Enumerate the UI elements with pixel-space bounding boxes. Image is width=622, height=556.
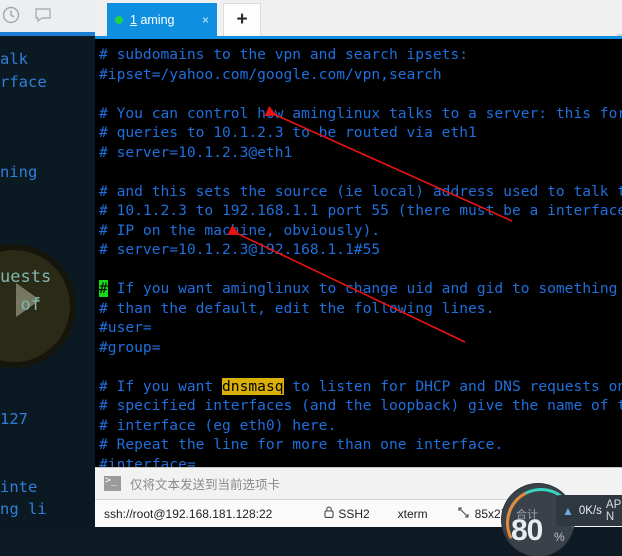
editor-line: # Repeat the line for more than one inte… [99, 436, 504, 453]
tab-connected-indicator [115, 15, 123, 24]
terminal-output[interactable]: # subdomains to the vpn and search ipset… [95, 39, 622, 467]
network-label: AP N [605, 498, 622, 523]
tab-index: 1 [130, 12, 137, 27]
background-toolbar [0, 0, 95, 32]
performance-unit: % [554, 530, 565, 544]
clock-icon [2, 6, 20, 24]
editor-line: # You can control how aminglinux talks t… [99, 104, 622, 122]
editor-line: # If you want aminglinux to change uid a… [99, 280, 622, 297]
status-protocol[interactable]: SSH2 [324, 506, 370, 521]
editor-line: # and this sets the source (ie local) ad… [99, 182, 622, 200]
performance-value: 80 [511, 514, 543, 547]
editor-line: # If you want dnsmasq to listen for DHCP… [99, 377, 622, 395]
editor-line: #interface= [99, 455, 196, 468]
new-tab-button[interactable]: + [223, 3, 261, 36]
editor-line: # specified interfaces (and the loopback… [99, 397, 622, 414]
send-to-tab-label: 仅将文本发送到当前选项卡 [130, 478, 281, 492]
status-terminal-type[interactable]: xterm [398, 507, 428, 521]
editor-lines: # subdomains to the vpn and search ipset… [99, 45, 622, 467]
comment-icon [34, 6, 52, 24]
search-match-highlight: dnsmasq [222, 377, 284, 395]
tab-aming[interactable]: 1 aming × [107, 3, 217, 36]
background-video-caption: uests of [0, 267, 52, 315]
editor-line: # server=10.1.2.3@192.168.1.1#55 [99, 241, 381, 258]
tab-strip: 1 aming × + [95, 0, 622, 44]
editor-line: # IP on the machine, obviously). [99, 221, 381, 239]
editor-line: # than the default, edit the following l… [99, 299, 495, 317]
editor-line: # queries to 10.1.2.3 to be routed via e… [99, 124, 477, 141]
terminal-window: 1 aming × + # subdomains to the vpn and … [95, 0, 622, 527]
terminal-icon [104, 475, 121, 491]
tab-label: 1 aming [130, 13, 174, 27]
editor-line: # server=10.1.2.3@eth1 [99, 143, 293, 161]
cursor-block: # [99, 280, 108, 297]
network-speed-widget[interactable]: ▲ 0K/s AP N [556, 495, 622, 526]
editor-line: #ipset=/yahoo.com/google.com/vpn,search [99, 65, 442, 83]
tab-title: aming [140, 12, 175, 27]
network-rate: 0K/s [578, 504, 602, 517]
status-connection[interactable]: ssh://root@192.168.181.128:22 [104, 507, 272, 521]
editor-line: # 10.1.2.3 to 192.168.1.1 port 55 (there… [99, 202, 622, 219]
editor-line: #user= [99, 319, 152, 336]
status-size[interactable]: 85x27 [458, 506, 507, 521]
status-protocol-label: SSH2 [338, 506, 370, 521]
tab-close-icon[interactable]: × [200, 14, 211, 26]
editor-line: # subdomains to the vpn and search ipset… [99, 46, 469, 63]
resize-icon [458, 506, 469, 521]
arrow-up-icon: ▲ [562, 503, 574, 518]
editor-line: #group= [99, 338, 161, 356]
lock-icon [324, 506, 334, 521]
editor-line: # interface (eg eth0) here. [99, 416, 337, 434]
